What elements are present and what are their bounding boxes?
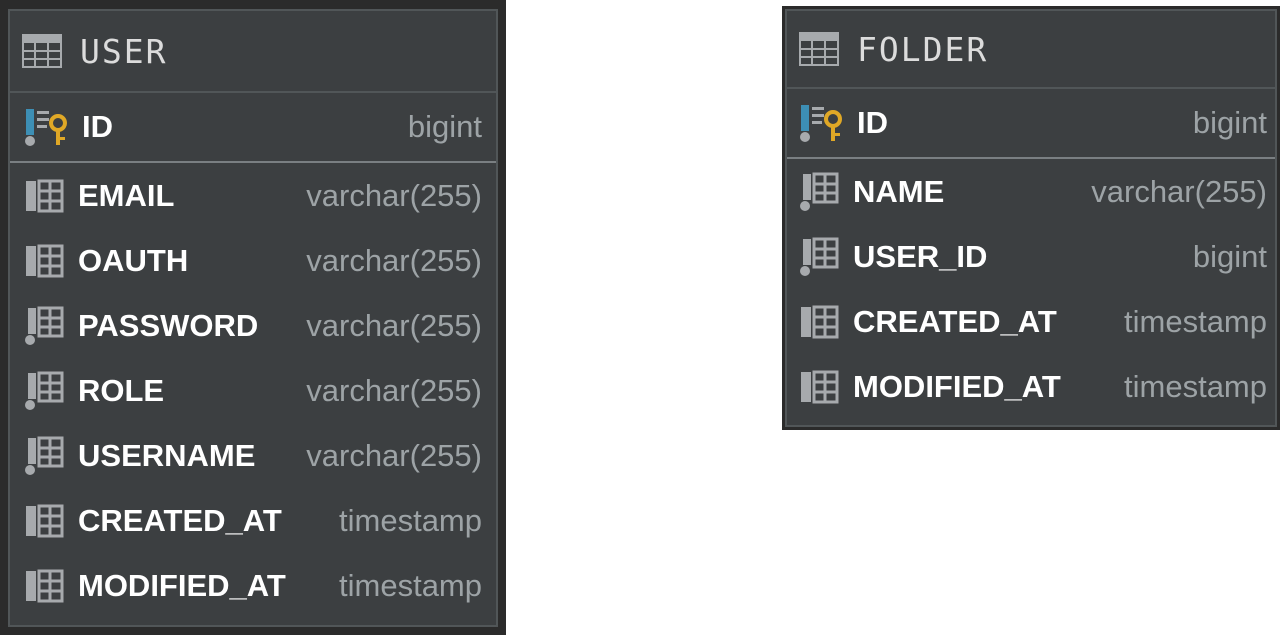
table-row[interactable]: ID bigint [10, 93, 496, 161]
column-name: NAME [853, 173, 945, 209]
column-name: MODIFIED_AT [853, 368, 1061, 404]
primary-key-icon [800, 105, 842, 142]
column-type: timestamp [339, 502, 482, 538]
column-icon [801, 305, 839, 338]
column-name: OAUTH [78, 242, 189, 278]
table-row[interactable]: EMAIL varchar(255) [10, 163, 496, 228]
table-row[interactable]: NAME varchar(255) [787, 159, 1275, 224]
column-name: MODIFIED_AT [78, 567, 286, 603]
column-type: varchar(255) [306, 242, 482, 278]
column-type: varchar(255) [306, 372, 482, 408]
not-null-column-icon [25, 436, 64, 475]
table-row[interactable]: MODIFIED_AT timestamp [787, 354, 1275, 419]
column-name: CREATED_AT [78, 502, 282, 538]
table-user-header[interactable]: USER [10, 11, 496, 93]
column-name: PASSWORD [78, 307, 259, 343]
table-folder[interactable]: FOLDER ID bigint NAME varchar(255) USER_… [782, 6, 1280, 430]
column-type: timestamp [1124, 303, 1267, 339]
column-type: varchar(255) [306, 307, 482, 343]
column-icon [26, 179, 64, 212]
column-type: bigint [1192, 105, 1267, 140]
table-row[interactable]: ID bigint [787, 89, 1275, 157]
column-name: CREATED_AT [853, 303, 1057, 339]
column-type: timestamp [1124, 368, 1267, 404]
table-row[interactable]: PASSWORD varchar(255) [10, 293, 496, 358]
column-name: USER_ID [853, 238, 988, 274]
column-type: bigint [407, 109, 482, 144]
column-name: ID [82, 109, 113, 144]
table-row[interactable]: OAUTH varchar(255) [10, 228, 496, 293]
table-row[interactable]: USERNAME varchar(255) [10, 423, 496, 488]
table-user-frame: USER ID bigint EMAIL varchar(255) OAUTH … [8, 9, 498, 627]
column-name: EMAIL [78, 177, 175, 213]
primary-key-icon [25, 109, 67, 146]
table-folder-primary-key-section: ID bigint [787, 89, 1275, 159]
table-row[interactable]: USER_ID bigint [787, 224, 1275, 289]
column-type: varchar(255) [306, 437, 482, 473]
table-row[interactable]: CREATED_AT timestamp [787, 289, 1275, 354]
column-type: varchar(255) [306, 177, 482, 213]
not-null-column-icon [800, 172, 839, 211]
column-icon [801, 370, 839, 403]
table-row[interactable]: ROLE varchar(255) [10, 358, 496, 423]
diagram-canvas: USER ID bigint EMAIL varchar(255) OAUTH … [0, 0, 1280, 635]
table-folder-title: FOLDER [857, 29, 989, 69]
column-type: varchar(255) [1091, 173, 1267, 209]
not-null-column-icon [25, 371, 64, 410]
column-name: USERNAME [78, 437, 256, 473]
column-icon [26, 569, 64, 602]
table-folder-frame: FOLDER ID bigint NAME varchar(255) USER_… [785, 9, 1277, 427]
table-user-title: USER [80, 31, 168, 71]
not-null-column-icon [800, 237, 839, 276]
table-icon [799, 32, 839, 66]
table-user-primary-key-section: ID bigint [10, 93, 496, 163]
table-row[interactable]: MODIFIED_AT timestamp [10, 553, 496, 618]
table-folder-header[interactable]: FOLDER [787, 11, 1275, 89]
column-type: bigint [1192, 238, 1267, 274]
table-row[interactable]: CREATED_AT timestamp [10, 488, 496, 553]
not-null-column-icon [25, 306, 64, 345]
column-name: ROLE [78, 372, 165, 408]
table-user[interactable]: USER ID bigint EMAIL varchar(255) OAUTH … [0, 0, 506, 635]
column-name: ID [857, 105, 888, 140]
column-type: timestamp [339, 567, 482, 603]
column-icon [26, 244, 64, 277]
column-icon [26, 504, 64, 537]
table-icon [22, 34, 62, 68]
